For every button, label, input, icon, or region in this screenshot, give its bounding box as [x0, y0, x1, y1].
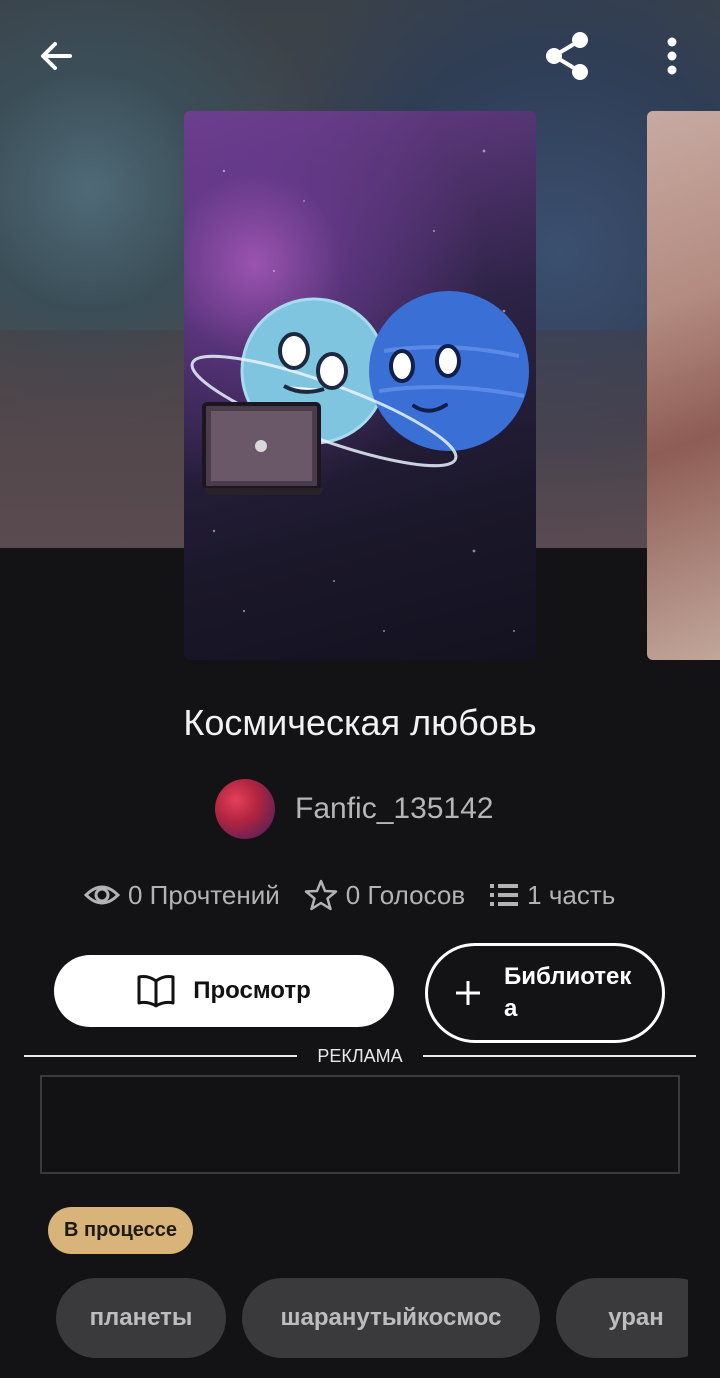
ad-slot[interactable] [40, 1075, 680, 1174]
status-badge: В процессе [48, 1207, 194, 1254]
cover-illustration [190, 149, 529, 632]
tag-item[interactable]: планеты [56, 1278, 226, 1358]
reads-stat: 0 Прочтений [84, 880, 280, 911]
more-vertical-icon [667, 37, 677, 75]
parts-count: 1 часть [527, 879, 616, 910]
book-stats: 0 Прочтений 0 Голосов 1 часть [84, 872, 639, 918]
book-cover[interactable] [184, 111, 536, 660]
tag-list: планеты шаранутыйкосмос уран [56, 1278, 688, 1358]
votes-count: 0 Голосов [345, 879, 466, 910]
plus-icon [456, 981, 480, 1005]
tag-item[interactable]: уран [556, 1278, 688, 1358]
star-icon [304, 879, 337, 911]
tag-item[interactable]: шаранутыйкосмос [242, 1278, 540, 1358]
reads-count: 0 Прочтений [128, 879, 280, 910]
back-button[interactable] [24, 24, 88, 88]
more-options-button[interactable] [640, 24, 704, 88]
view-button-label: Просмотр [193, 977, 311, 1004]
next-book-cover[interactable] [647, 111, 720, 660]
view-button[interactable]: Просмотр [54, 955, 394, 1027]
ad-label: РЕКЛАМА [317, 1046, 403, 1066]
book-open-icon [137, 975, 175, 1008]
arrow-left-icon [41, 42, 72, 70]
share-icon [546, 32, 588, 80]
author-avatar [215, 779, 275, 839]
add-to-library-button[interactable]: Библиотека [425, 943, 665, 1043]
book-title: Космическая любовь [183, 702, 537, 743]
votes-stat: 0 Голосов [304, 878, 465, 912]
parts-stat: 1 часть [489, 880, 615, 911]
author-name: Fanfic_135142 [295, 792, 494, 825]
eye-icon [84, 885, 120, 905]
library-button-label: Библиотека [504, 963, 632, 1022]
share-button[interactable] [535, 24, 599, 88]
list-icon [490, 884, 519, 906]
author-link[interactable]: Fanfic_135142 [215, 779, 494, 839]
